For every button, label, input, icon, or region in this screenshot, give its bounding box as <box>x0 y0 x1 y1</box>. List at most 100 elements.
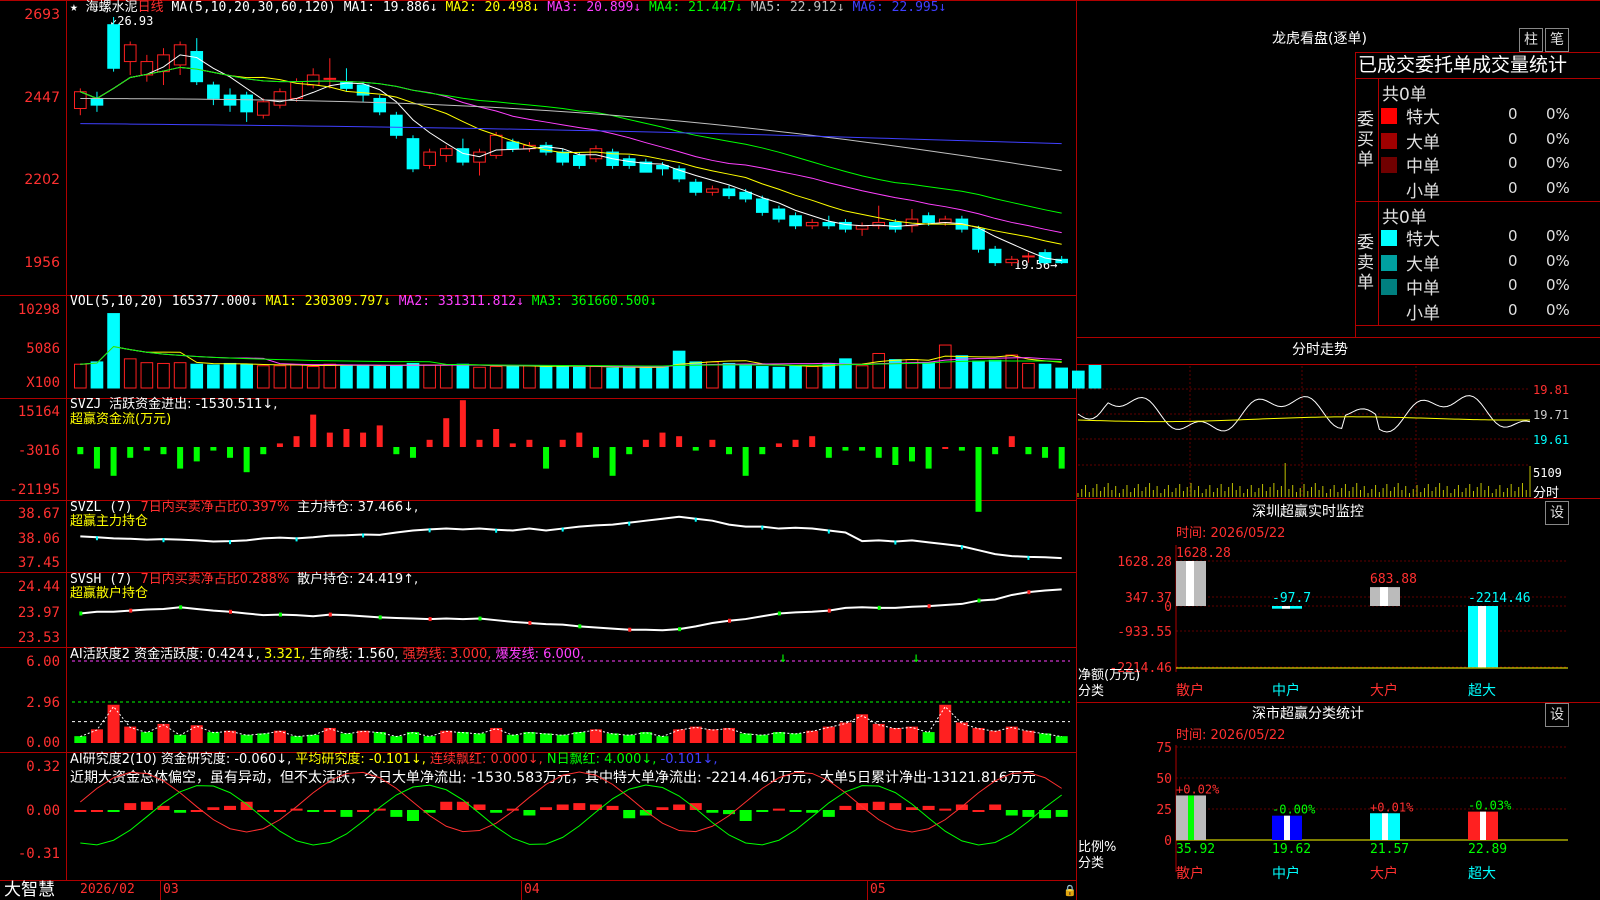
fund-flow-bar <box>809 436 816 447</box>
candle-body <box>423 151 436 166</box>
bar-mode-button[interactable]: 柱 <box>1519 28 1543 52</box>
research-bar <box>257 810 270 812</box>
candle-body <box>256 101 270 116</box>
classify-value-label: 35.92 <box>1176 842 1215 857</box>
retail-tick <box>1027 590 1031 595</box>
fund-flow-bar <box>393 447 400 455</box>
sell-side-label: 委卖单 <box>1357 233 1374 293</box>
monitor-settings-button[interactable]: 设 <box>1545 501 1569 525</box>
fund-flow-bar <box>1058 447 1065 469</box>
research-bar <box>224 805 237 810</box>
volume-bar <box>839 358 852 389</box>
retail-tick <box>927 604 931 609</box>
down-arrow-icon: ↓ <box>779 650 787 666</box>
tick-mode-button[interactable]: 笔 <box>1545 28 1569 52</box>
research-bar <box>1005 810 1018 816</box>
activity-bar <box>806 730 819 743</box>
activity-bar <box>922 732 935 743</box>
order-size-label: 小单 <box>1406 303 1440 324</box>
fund-flow-bar <box>110 447 117 476</box>
volume-bar <box>1055 367 1069 389</box>
retail-holding-line <box>80 588 1062 632</box>
activity-bar <box>1005 726 1018 743</box>
candle-body <box>689 181 703 193</box>
candle-body <box>489 134 503 156</box>
dragon-header: 已成交委托单成交量统计 <box>1358 54 1568 76</box>
classify-ytick: 75 <box>1156 741 1172 756</box>
research-bar <box>939 808 952 811</box>
monitor-ylabel: 净额(万元) <box>1078 668 1141 683</box>
order-color-swatch <box>1381 157 1397 173</box>
research-bar <box>74 810 87 812</box>
volume-bar <box>822 362 836 389</box>
order-size-label: 大单 <box>1406 132 1440 153</box>
monitor-bar-label: -2214.46 <box>1468 591 1531 606</box>
retail-tick <box>278 612 282 617</box>
classify-time: 时间: 2026/05/22 <box>1176 728 1286 743</box>
research-green-line <box>80 784 1062 846</box>
retail-tick <box>977 598 981 603</box>
candle-body <box>107 24 120 69</box>
volume-bar <box>755 366 769 389</box>
activity-bar <box>340 733 353 743</box>
research-bar <box>1022 810 1035 817</box>
candle-body <box>755 198 769 213</box>
activity-bar <box>706 729 719 743</box>
order-count: 0 <box>1508 105 1518 123</box>
activity-bar <box>822 726 835 743</box>
classify-ytick: 50 <box>1156 772 1172 787</box>
intraday-title: 分时走势 <box>1292 342 1348 358</box>
fund-flow-bar <box>975 447 982 512</box>
volume-bar <box>140 362 154 389</box>
candle-body <box>506 141 520 150</box>
fund-flow-bar <box>93 447 100 469</box>
classify-category: 散户 <box>1176 865 1204 882</box>
research-bar <box>872 801 885 810</box>
volume-bar <box>938 344 952 389</box>
buy-side-label: 委买单 <box>1357 110 1374 170</box>
fund-flow-bar <box>908 447 915 462</box>
fund-flow-bar <box>293 436 300 447</box>
monitor-xlabel: 分类 <box>1078 684 1105 699</box>
fund-flow-bar <box>759 447 766 455</box>
main-tick <box>960 545 963 550</box>
classify-value-label: 22.89 <box>1468 842 1507 857</box>
research-bar <box>323 810 336 812</box>
activity-bar <box>955 722 968 743</box>
monitor-bar-highlight <box>1282 606 1290 609</box>
volume-bar <box>489 366 503 389</box>
volume-bar <box>572 366 586 389</box>
research-bar <box>756 810 769 812</box>
activity-bar <box>556 734 569 743</box>
main-tick <box>428 528 431 533</box>
fund-flow-bar <box>925 447 932 469</box>
candle-body <box>207 84 220 99</box>
volume-bar <box>706 361 719 389</box>
activity-bar <box>357 730 370 743</box>
fund-flow-bar <box>493 429 500 447</box>
activity-bar <box>440 730 453 743</box>
candle-body <box>290 81 303 99</box>
retail-tick <box>877 605 881 610</box>
classify-settings-button[interactable]: 设 <box>1545 703 1569 727</box>
retail-tick <box>129 608 133 613</box>
candle-body <box>190 51 204 83</box>
fund-flow-bar <box>626 447 633 455</box>
fund-flow-bar <box>792 439 799 447</box>
volume-bar <box>722 362 736 389</box>
order-size-label: 中单 <box>1406 279 1440 299</box>
fund-flow-bar <box>559 439 566 447</box>
classify-change-label: +0.02% <box>1176 782 1220 796</box>
order-count: 0 <box>1508 227 1518 245</box>
research-bar <box>107 810 120 812</box>
research-bar <box>673 804 686 810</box>
activity-bar <box>739 733 752 743</box>
volume-bar <box>323 363 337 389</box>
order-count: 0 <box>1508 154 1518 172</box>
ma5-line <box>80 54 1062 262</box>
fund-flow-bar <box>459 400 466 447</box>
activity-bar <box>1055 736 1068 743</box>
volume-bar <box>672 350 686 389</box>
order-size-label: 中单 <box>1406 157 1440 177</box>
classify-change-label: -0.00% <box>1272 803 1316 817</box>
